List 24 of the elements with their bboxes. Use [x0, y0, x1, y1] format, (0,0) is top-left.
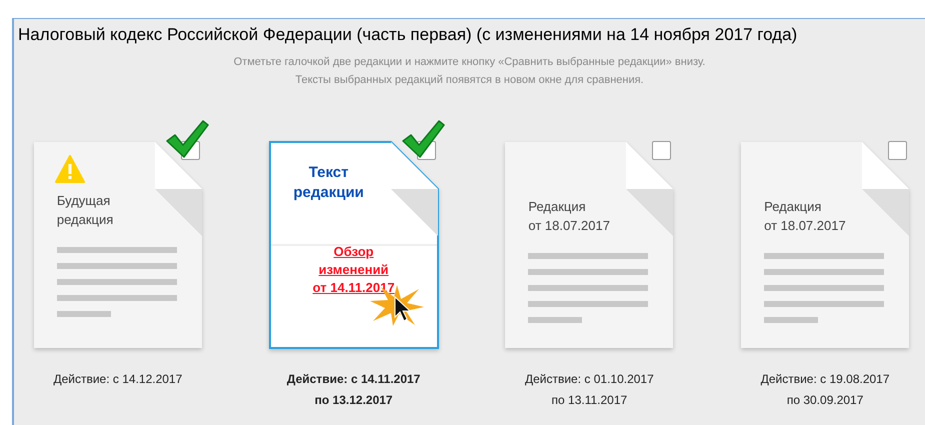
checkmark-icon [164, 118, 209, 158]
folded-corner-icon [390, 142, 438, 236]
edition-title: Будущая редакция [56, 192, 114, 228]
validity-period: Действие: с 19.08.2017 по 30.09.2017 [760, 370, 890, 408]
changes-link[interactable]: Обзор изменений от 14.11.2017 [312, 242, 395, 296]
folded-corner-icon [154, 142, 202, 236]
edition-title: Редакция от 18.07.2017 [764, 198, 847, 234]
document-card[interactable]: Будущая редакция [32, 140, 203, 348]
validity-period: Действие: с 14.11.2017 по 13.12.2017 [286, 370, 420, 408]
edition-title: Редакция от 18.07.2017 [528, 198, 611, 234]
document-title: Налоговый кодекс Российской Федерации (часть первая) (с изменениями на 14 ноября 2017 года) [17, 24, 798, 46]
checkbox[interactable] [652, 140, 672, 160]
document-card[interactable]: Редакция от 18.07.2017 [740, 140, 910, 348]
checkbox[interactable] [888, 140, 908, 160]
validity-period: Действие: с 14.12.2017 [53, 370, 182, 388]
checkmark-icon [400, 118, 445, 158]
document-card[interactable]: Текст редакции Обзор изменений от 14.11.2017 [268, 140, 439, 348]
edition-title[interactable]: Текст редакции [268, 162, 389, 202]
validity-period: Действие: с 01.10.2017 по 13.11.2017 [524, 370, 654, 408]
warning-icon [54, 154, 85, 182]
document-card[interactable]: Редакция от 18.07.2017 [504, 140, 674, 348]
folded-corner-icon [862, 142, 910, 236]
instructions-text: Отметьте галочкой две редакции и нажмите кнопку «Сравнить выбранные редакции» внизу. Тексты выбранных редакций появятся в новом окне для сравнения. [232, 54, 706, 88]
folded-corner-icon [626, 142, 674, 236]
